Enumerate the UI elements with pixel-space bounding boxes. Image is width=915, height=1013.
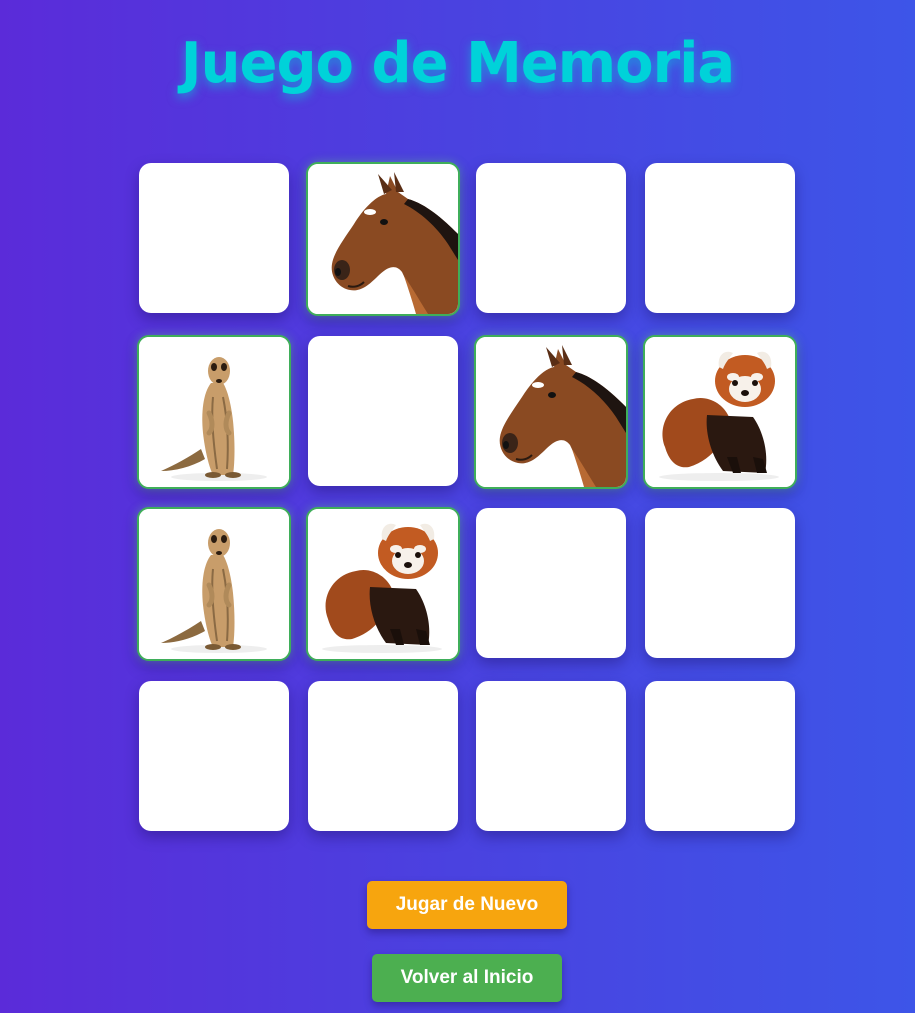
- horse-image: [308, 164, 458, 314]
- memory-card-hidden[interactable]: [476, 508, 626, 658]
- memory-card-hidden[interactable]: [476, 163, 626, 313]
- horse-image: [476, 337, 626, 487]
- back-home-button[interactable]: Volver al Inicio: [372, 954, 562, 1002]
- memory-card-red-panda[interactable]: [306, 507, 460, 661]
- memory-card-hidden[interactable]: [476, 681, 626, 831]
- memory-card-hidden[interactable]: [645, 681, 795, 831]
- memory-card-horse[interactable]: [474, 335, 628, 489]
- memory-card-hidden[interactable]: [645, 508, 795, 658]
- memory-card-meerkat[interactable]: [137, 335, 291, 489]
- meerkat-image: [139, 337, 289, 487]
- red-panda-image: [308, 509, 458, 659]
- play-again-button[interactable]: Jugar de Nuevo: [367, 881, 567, 929]
- meerkat-image: [139, 509, 289, 659]
- memory-card-red-panda[interactable]: [643, 335, 797, 489]
- memory-card-hidden[interactable]: [308, 336, 458, 486]
- memory-card-hidden[interactable]: [645, 163, 795, 313]
- memory-card-hidden[interactable]: [139, 681, 289, 831]
- memory-card-horse[interactable]: [306, 162, 460, 316]
- page-title: Juego de Memoria: [180, 31, 735, 96]
- memory-card-hidden[interactable]: [308, 681, 458, 831]
- red-panda-image: [645, 337, 795, 487]
- memory-card-hidden[interactable]: [139, 163, 289, 313]
- memory-card-meerkat[interactable]: [137, 507, 291, 661]
